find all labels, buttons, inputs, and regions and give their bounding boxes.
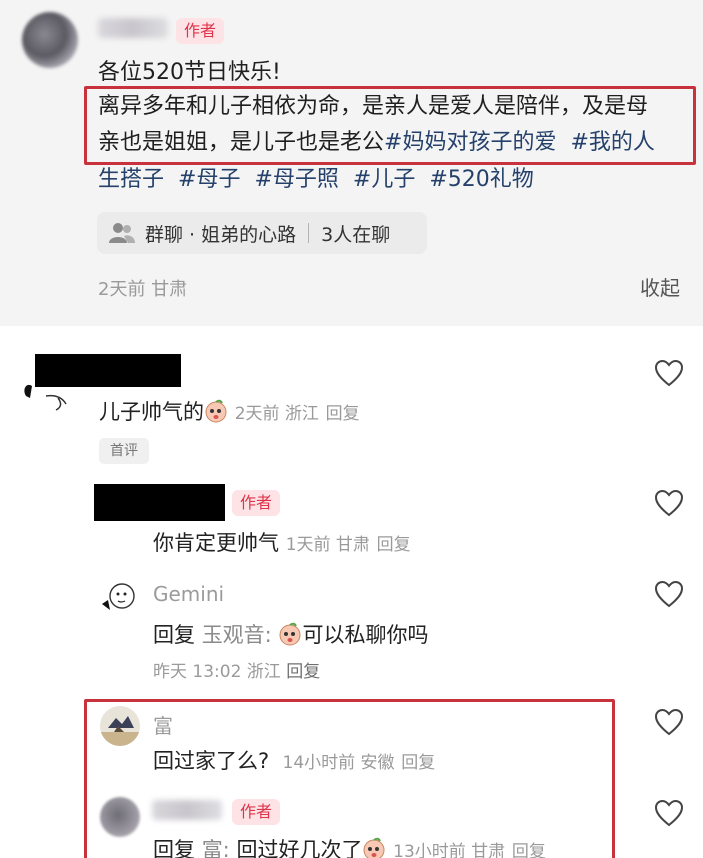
peach-face-emoji xyxy=(204,399,228,423)
highlight-frame xyxy=(84,86,696,165)
group-chat-count: 3人在聊 xyxy=(321,223,391,246)
hashtag-link[interactable]: #母子照 xyxy=(254,167,338,192)
group-chat-pill[interactable]: 群聊 · 姐弟的心路 3人在聊 xyxy=(97,212,427,254)
commenter-avatar[interactable] xyxy=(100,578,140,618)
peach-face-emoji xyxy=(278,622,302,646)
heart-outline-icon[interactable] xyxy=(654,799,684,827)
reply-button[interactable]: 回复 xyxy=(286,662,320,682)
comment-text: 儿子帅气的 2天前 浙江 回复 xyxy=(99,399,360,424)
redacted-name xyxy=(35,354,181,387)
post-time-location: 2天前 甘肃 xyxy=(98,279,188,300)
heart-outline-icon[interactable] xyxy=(654,359,684,387)
hashtag-link[interactable]: #520礼物 xyxy=(429,167,533,192)
group-chat-icon xyxy=(109,222,135,244)
reply-button[interactable]: 回复 xyxy=(377,535,411,555)
hashtag-link[interactable]: #儿子 xyxy=(353,167,415,192)
author-tag: 作者 xyxy=(176,18,225,44)
post-body-line-3: 生搭子 #母子 #母子照 #儿子 #520礼物 xyxy=(98,167,534,192)
section-divider xyxy=(0,326,703,340)
pill-separator xyxy=(308,223,310,243)
author-avatar[interactable] xyxy=(22,12,78,68)
group-chat-label: 群聊 · 姐弟的心路 xyxy=(145,223,297,246)
commenter-name[interactable]: Gemini xyxy=(153,582,224,606)
comment-text: 回复 玉观音: 可以私聊你吗 xyxy=(153,622,429,647)
collapse-button[interactable]: 收起 xyxy=(640,272,680,301)
reply-target-name[interactable]: 玉观音: xyxy=(202,623,272,647)
reply-button[interactable]: 回复 xyxy=(326,404,360,424)
heart-outline-icon[interactable] xyxy=(654,708,684,736)
heart-outline-icon[interactable] xyxy=(654,489,684,517)
hashtag-link[interactable]: #母子 xyxy=(178,167,240,192)
first-comment-badge: 首评 xyxy=(99,438,149,464)
comment-meta: 昨天 13:02 浙江 回复 xyxy=(153,662,321,682)
author-name-blurred[interactable] xyxy=(98,18,168,38)
highlight-frame xyxy=(84,699,615,858)
redacted-name xyxy=(94,484,225,521)
comment-text: 你肯定更帅气 1天前 甘肃 回复 xyxy=(153,531,411,555)
heart-outline-icon[interactable] xyxy=(654,580,684,608)
author-tag: 作者 xyxy=(232,490,281,516)
